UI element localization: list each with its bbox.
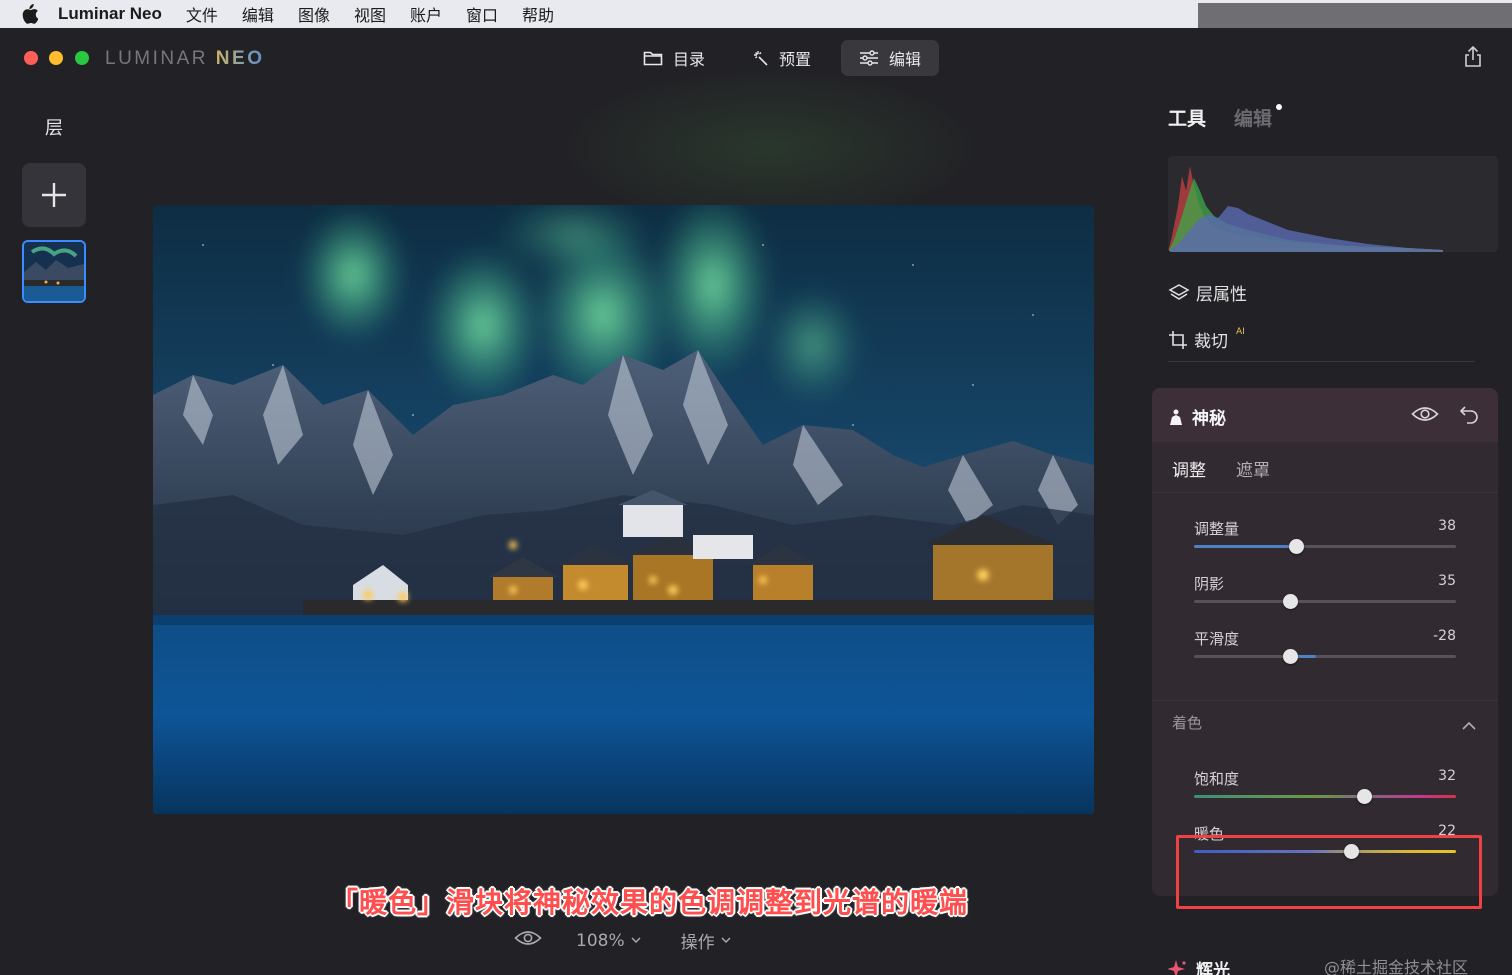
menu-account[interactable]: 账户 — [410, 2, 442, 26]
presets-label: 预置 — [779, 50, 812, 69]
sliders-icon — [860, 50, 879, 66]
shadows-value: 35 — [1438, 573, 1456, 589]
actions-dropdown[interactable]: 操作 — [681, 928, 731, 953]
slider-knob[interactable] — [1357, 789, 1372, 804]
chevron-down-icon — [631, 937, 641, 944]
smoothness-label: 平滑度 — [1194, 630, 1240, 648]
eye-icon[interactable] — [514, 929, 542, 952]
share-icon[interactable] — [1463, 45, 1483, 72]
menu-view[interactable]: 视图 — [354, 2, 386, 26]
close-window-button[interactable] — [24, 51, 38, 65]
tool-glow[interactable]: 辉光 — [1168, 956, 1230, 975]
mystical-label: 神秘 — [1192, 409, 1226, 429]
layers-title: 层 — [45, 118, 63, 139]
right-panel-tabs: 工具 编辑 — [1168, 104, 1283, 131]
zoom-value: 108% — [576, 930, 625, 951]
catalog-tab[interactable]: 目录 — [625, 40, 723, 76]
toning-section-title[interactable]: 着色 — [1172, 712, 1202, 733]
amount-label: 调整量 — [1194, 520, 1240, 538]
aurora-landscape-image — [153, 205, 1094, 814]
menu-help[interactable]: 帮助 — [522, 2, 554, 26]
tab-edits[interactable]: 编辑 — [1234, 104, 1283, 131]
app-menu[interactable]: Luminar Neo — [58, 4, 162, 24]
slider-knob[interactable] — [1283, 649, 1298, 664]
add-layer-button[interactable] — [22, 163, 86, 227]
tool-crop[interactable]: 裁切 AI — [1168, 327, 1245, 352]
tab-edits-label: 编辑 — [1234, 108, 1273, 130]
top-navigation: 目录 预置 编辑 — [625, 40, 940, 76]
zoom-window-button[interactable] — [75, 51, 89, 65]
tab-tools[interactable]: 工具 — [1168, 104, 1206, 131]
layer-properties-label: 层属性 — [1196, 285, 1247, 305]
menu-image[interactable]: 图像 — [298, 2, 330, 26]
amount-value: 38 — [1438, 518, 1456, 534]
magic-wand-icon — [754, 51, 768, 66]
slider-knob[interactable] — [1289, 539, 1304, 554]
tab-adjust[interactable]: 调整 — [1172, 456, 1206, 481]
slider-track[interactable] — [1194, 600, 1456, 603]
visibility-eye-icon[interactable] — [1411, 405, 1439, 427]
subtabs-divider — [1152, 492, 1498, 493]
chevron-down-icon — [721, 937, 731, 944]
saturation-value: 32 — [1438, 768, 1456, 784]
saturation-label: 饱和度 — [1194, 770, 1240, 788]
menu-window[interactable]: 窗口 — [466, 2, 498, 26]
layer-thumbnail[interactable] — [22, 240, 86, 303]
tool-layer-properties[interactable]: 层属性 — [1168, 280, 1247, 305]
screen: Luminar Neo 文件 编辑 图像 视图 账户 窗口 帮助 LUMINAR… — [0, 0, 1512, 975]
bottom-toolbar: 108% 操作 — [514, 928, 731, 953]
shadows-label: 阴影 — [1194, 575, 1225, 593]
folder-icon — [643, 51, 663, 66]
mystical-icon — [1170, 409, 1182, 425]
menu-bar: Luminar Neo 文件 编辑 图像 视图 账户 窗口 帮助 — [0, 0, 1512, 28]
crop-label: 裁切 — [1194, 332, 1228, 352]
edit-label: 编辑 — [889, 50, 922, 69]
watermark: @稀土掘金技术社区 — [1324, 958, 1469, 975]
actions-label: 操作 — [680, 933, 715, 953]
menubar-status-area — [1198, 3, 1512, 28]
plus-icon — [42, 183, 66, 207]
mystical-subtabs: 调整 遮罩 — [1172, 456, 1270, 481]
apple-icon[interactable] — [0, 4, 58, 24]
toning-divider — [1152, 700, 1498, 701]
edits-indicator-dot — [1276, 104, 1283, 110]
presets-tab[interactable]: 预置 — [735, 40, 829, 76]
glow-label: 辉光 — [1196, 961, 1230, 975]
zoom-dropdown[interactable]: 108% — [576, 931, 641, 951]
mystical-tool-panel: 神秘 调整 遮罩 调整量 38 阴影 35 平滑度 -28 着色 饱和度 32 … — [1152, 388, 1498, 896]
background-glow — [560, 68, 980, 228]
logo-text: LUMINAR — [105, 48, 209, 69]
slider-knob[interactable] — [1283, 594, 1298, 609]
app-window: LUMINAR NEO 目录 预置 编辑 层 「暖色」滑块将神秘效果的色调调整到… — [0, 28, 1512, 975]
slider-fill — [1194, 545, 1296, 548]
layers-stack-icon — [1168, 283, 1190, 300]
slider-track[interactable] — [1194, 655, 1456, 658]
app-logo: LUMINAR NEO — [105, 48, 264, 70]
crop-icon — [1169, 330, 1187, 349]
histogram — [1168, 156, 1498, 252]
tab-mask[interactable]: 遮罩 — [1236, 456, 1270, 481]
chevron-up-icon[interactable] — [1462, 715, 1476, 734]
menu-edit[interactable]: 编辑 — [242, 2, 274, 26]
saturation-gradient-track[interactable] — [1194, 795, 1456, 798]
menu-file[interactable]: 文件 — [186, 2, 218, 26]
edit-tab[interactable]: 编辑 — [841, 40, 940, 76]
main-photo-canvas[interactable] — [153, 205, 1094, 814]
sparkle-icon — [1168, 959, 1186, 975]
smoothness-value: -28 — [1433, 628, 1456, 644]
ai-badge: AI — [1236, 326, 1245, 337]
minimize-window-button[interactable] — [49, 51, 63, 65]
catalog-label: 目录 — [673, 50, 706, 69]
mystical-title: 神秘 — [1168, 404, 1226, 429]
tutorial-caption: 「暖色」滑块将神秘效果的色调调整到光谱的暖端 — [330, 886, 969, 919]
tools-divider — [1168, 361, 1474, 362]
warmth-highlight-box — [1176, 835, 1482, 909]
logo-neo-text: NEO — [215, 48, 265, 69]
reset-undo-icon[interactable] — [1459, 404, 1479, 428]
